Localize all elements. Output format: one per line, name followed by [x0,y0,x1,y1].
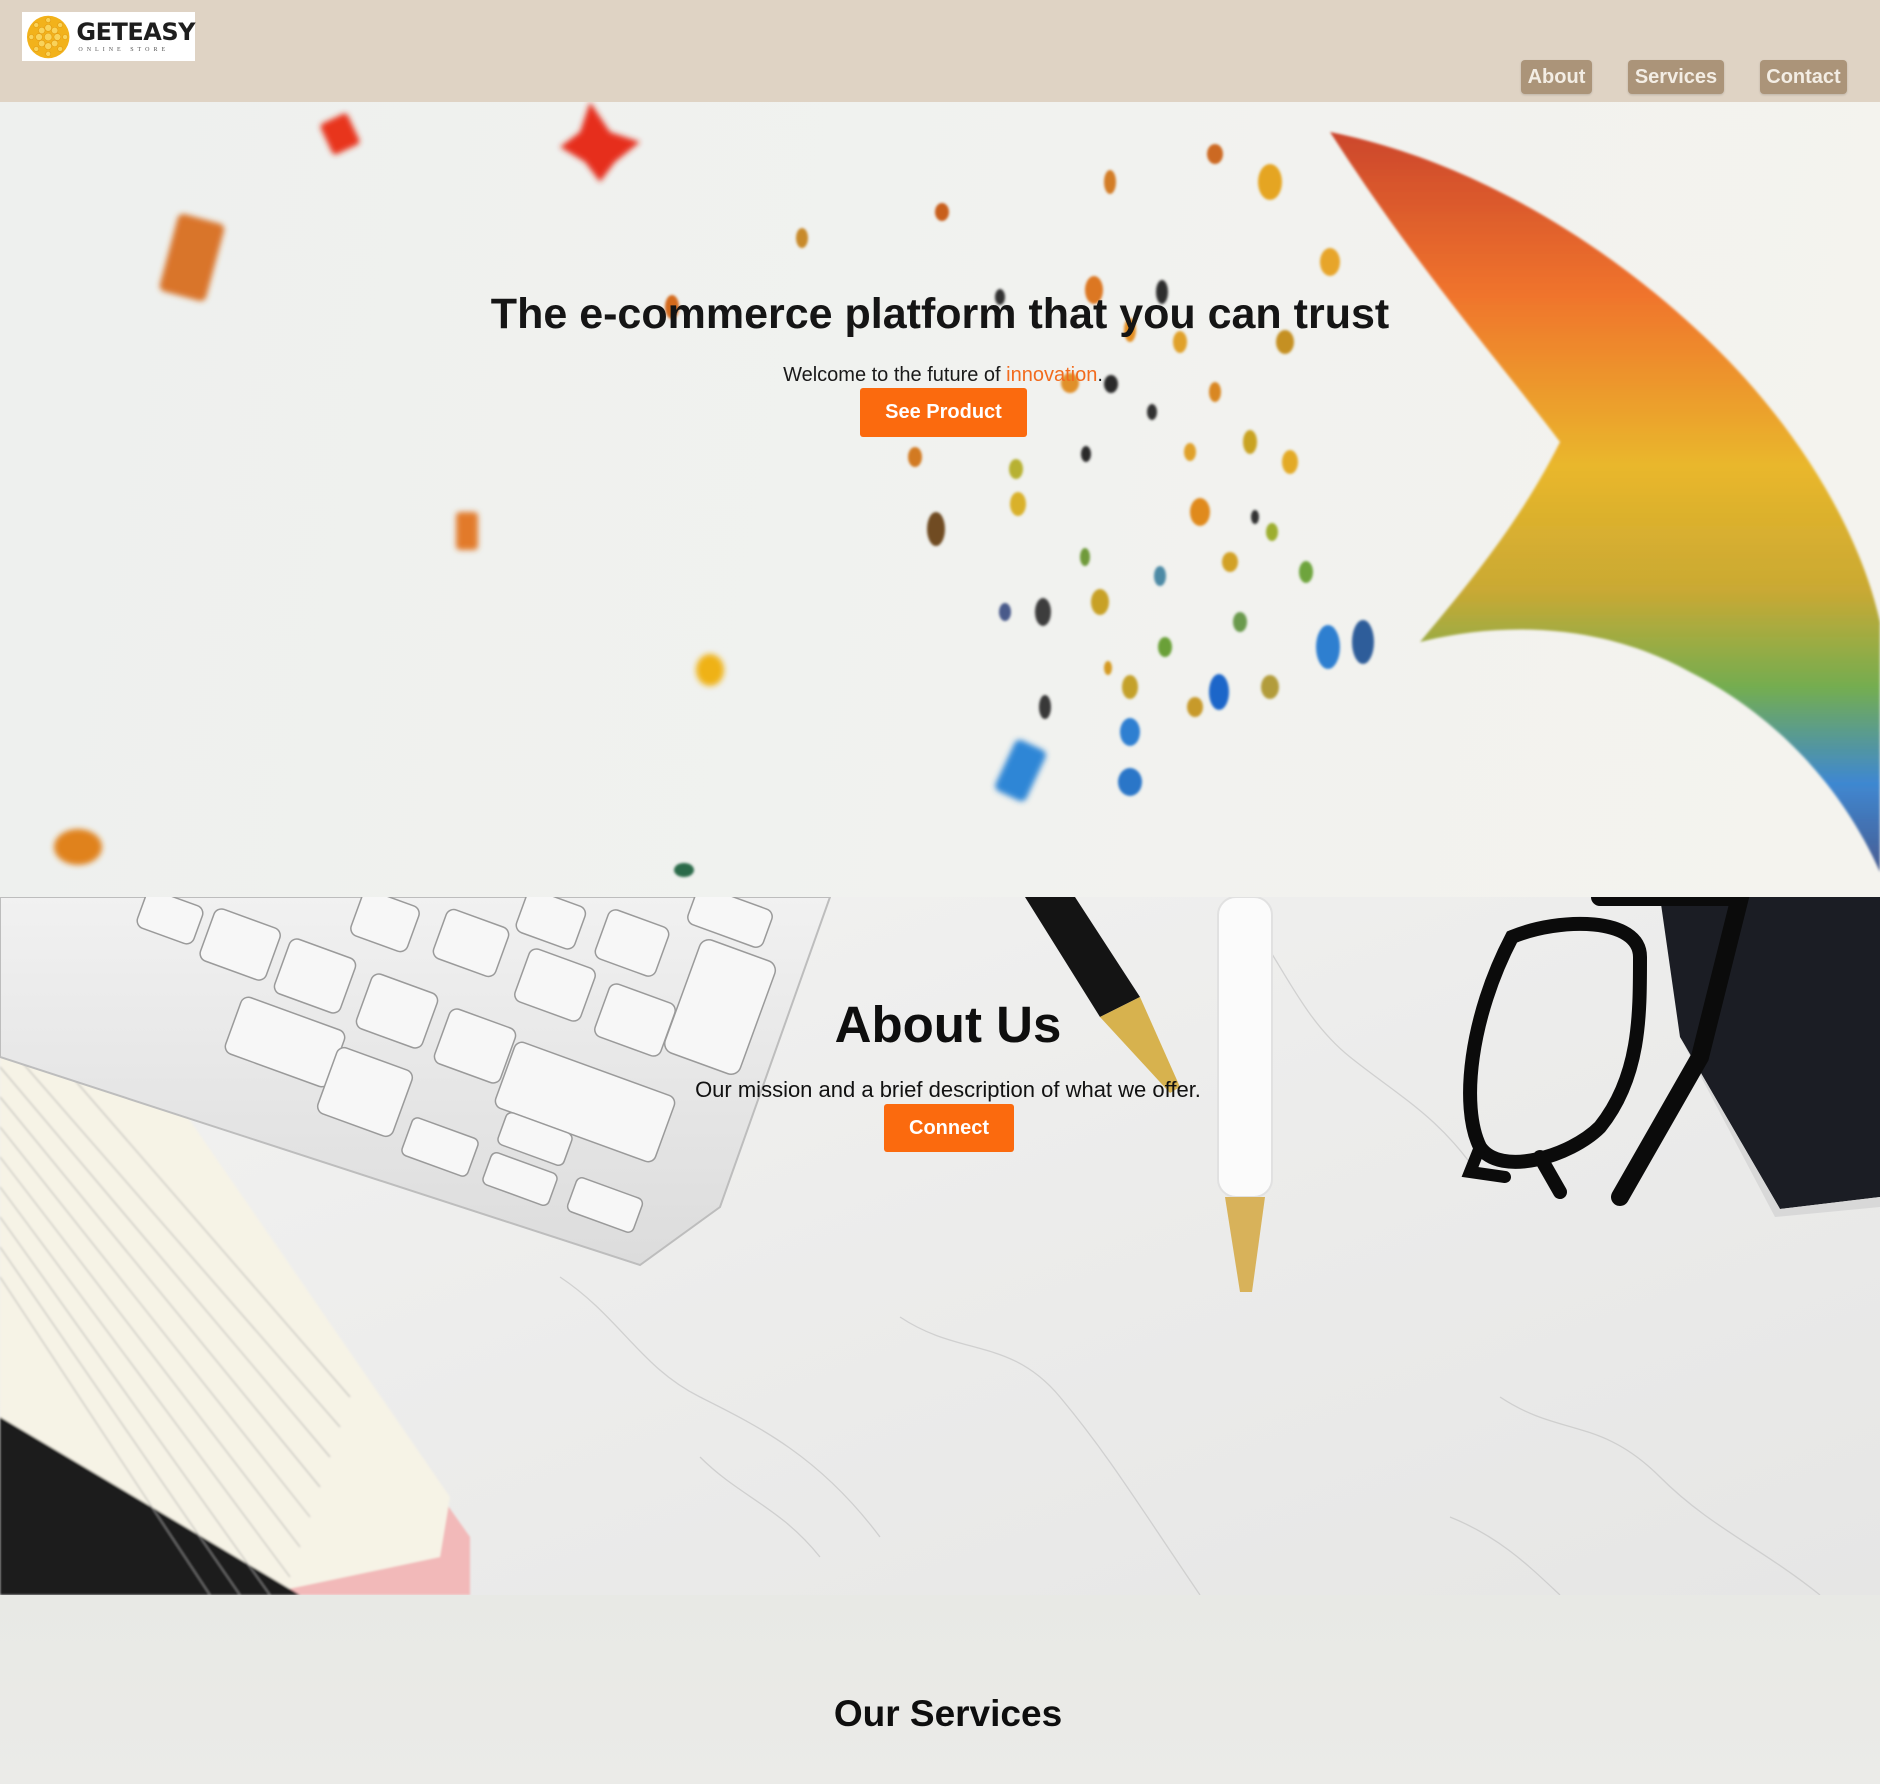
services-section: Our Services [0,1595,1880,1784]
hero-subtitle-text: Welcome to the future of [783,364,1007,386]
hero-subtitle-end: . [1097,364,1103,386]
nav-services-button[interactable]: Services [1628,60,1724,94]
site-header: GETEASY ONLINE STORE About Services Cont… [0,0,1880,102]
about-title: About Us [834,996,1062,1053]
about-subtitle: Our mission and a brief description of w… [695,1077,1201,1102]
services-title: Our Services [833,1693,1063,1734]
about-section: About Us Our mission and a brief descrip… [0,897,1880,1595]
logo-tagline: ONLINE STORE [78,47,170,53]
nav-contact-button[interactable]: Contact [1760,60,1847,94]
connect-button[interactable]: Connect [884,1104,1014,1152]
nav-about-button[interactable]: About [1521,60,1592,94]
hero-section: The e-commerce platform that you can tru… [0,102,1880,897]
sun-flower-logo-icon [26,15,70,58]
logo-name: GETEASY [76,18,195,46]
hero-background-image [54,102,1880,877]
hero-subtitle-accent: innovation [1006,364,1098,386]
logo[interactable]: GETEASY ONLINE STORE [22,12,195,61]
see-product-button[interactable]: See Product [860,388,1027,437]
hero-subtitle: Welcome to the future of innovation. [0,364,1880,387]
hero-title: The e-commerce platform that you can tru… [490,290,1390,338]
logo-text: GETEASY ONLINE STORE [76,20,195,53]
